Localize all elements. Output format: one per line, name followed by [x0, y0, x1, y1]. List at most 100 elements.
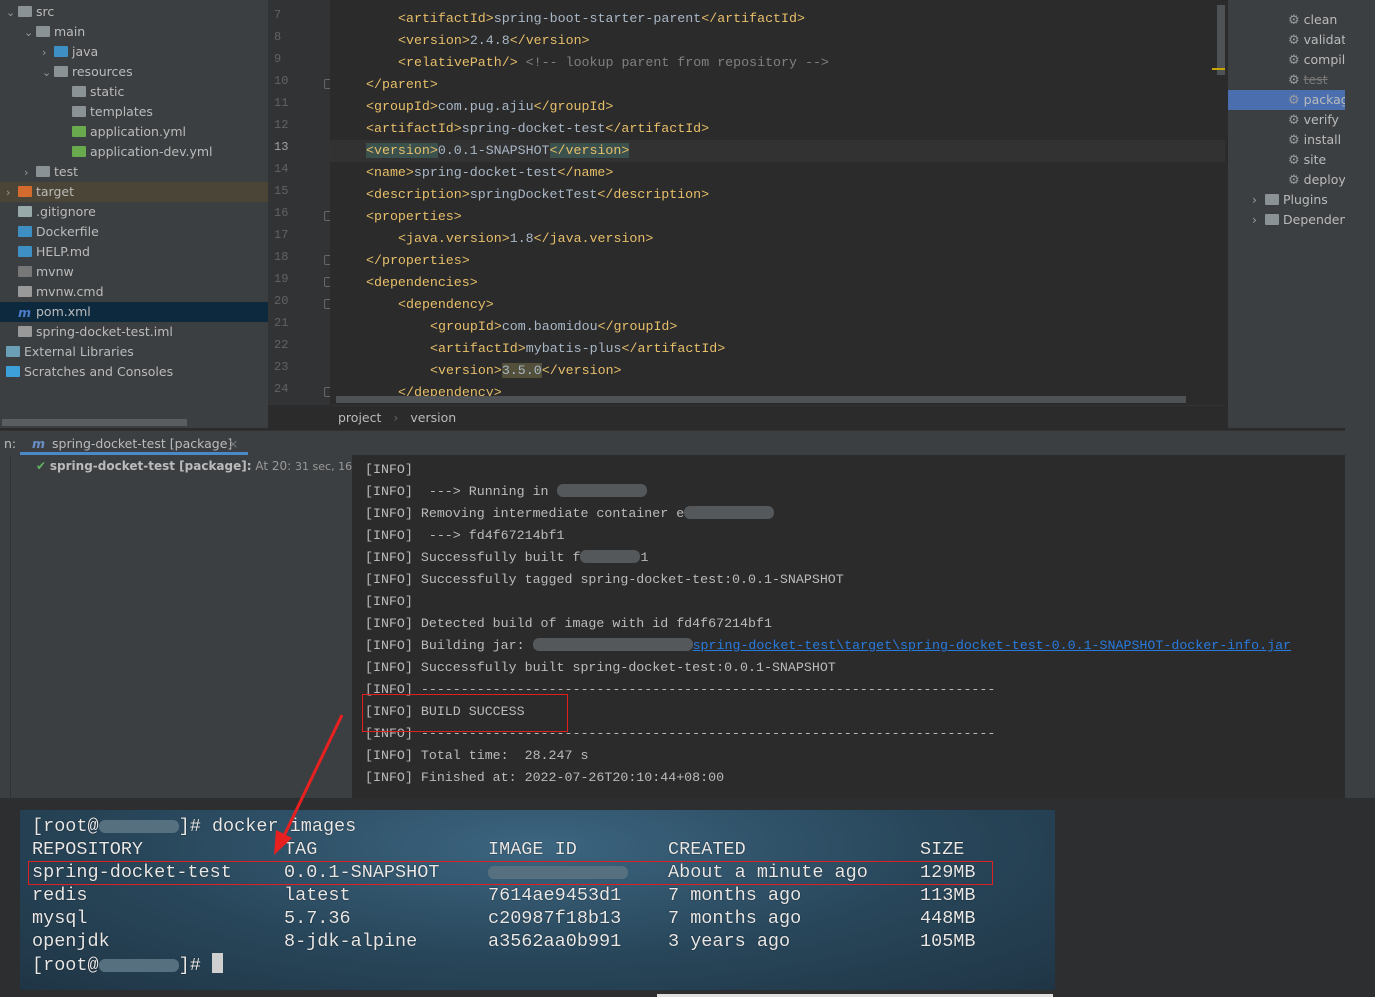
tree-item-application-dev-yml[interactable]: application-dev.yml	[0, 142, 268, 162]
terminal-screenshot: [root@]# docker images REPOSITORY TAG IMAGE…	[20, 810, 1055, 990]
console-text: [INFO] ---> fd4f67214bf1	[365, 528, 565, 543]
code-token: </name>	[557, 165, 614, 180]
tree-item-external-libraries[interactable]: External Libraries	[0, 342, 268, 362]
breadcrumb-project[interactable]: project	[338, 410, 381, 425]
chevron-right-icon[interactable]: ›	[6, 183, 18, 203]
code-token: spring-docket-test	[413, 165, 558, 180]
line-number: 12	[274, 118, 289, 132]
maven-goal-validate[interactable]: ⚙validate	[1228, 30, 1345, 50]
chevron-right-icon[interactable]: ›	[24, 163, 36, 183]
code-token: </artifactId>	[605, 121, 710, 136]
maven-group-dependencies[interactable]: › Dependencies	[1228, 210, 1345, 230]
breadcrumb: project › version	[330, 405, 1225, 428]
tree-item-label: Dockerfile	[36, 224, 99, 239]
tree-item-src[interactable]: ⌄ src	[0, 2, 268, 22]
tree-item-label: External Libraries	[24, 344, 134, 359]
dependencies-icon	[1265, 214, 1279, 225]
code-editor[interactable]: <artifactId>spring-boot-starter-parent</…	[330, 0, 1225, 405]
chevron-right-icon[interactable]: ›	[42, 43, 54, 63]
maven-goal-compile[interactable]: ⚙compile	[1228, 50, 1345, 70]
tree-item-resources[interactable]: ⌄ resources	[0, 62, 268, 82]
tree-item-application-yml[interactable]: application.yml	[0, 122, 268, 142]
maven-group-plugins[interactable]: › Plugins	[1228, 190, 1345, 210]
console-text: [INFO]	[365, 462, 413, 477]
maven-goal-deploy[interactable]: ⚙ deploy	[1228, 170, 1345, 190]
maven-goal-clean[interactable]: ⚙ clean	[1228, 10, 1345, 30]
maven-goal-install[interactable]: ⚙ install	[1228, 130, 1345, 150]
tree-item-dockerfile[interactable]: Dockerfile	[0, 222, 268, 242]
terminal-text: [root@	[32, 816, 99, 837]
code-token: </groupId>	[597, 319, 678, 334]
tree-item-java[interactable]: › java	[0, 42, 268, 62]
code-token: com.baomidou	[501, 319, 598, 334]
code-token: <description>	[366, 187, 470, 202]
breadcrumb-version[interactable]: version	[410, 410, 456, 425]
maven-goal-label: deploy	[1303, 172, 1345, 187]
spring-yaml-icon	[72, 126, 86, 137]
code-line: <version>2.4.8</version>	[398, 30, 590, 52]
redacted-region	[684, 506, 775, 519]
chevron-right-icon[interactable]: ›	[1252, 192, 1257, 207]
tree-item-main[interactable]: ⌄ main	[0, 22, 268, 42]
code-token: spring-docket-test	[461, 121, 606, 136]
code-token: spring-boot-starter-parent	[493, 11, 702, 26]
image-row-highlight	[28, 861, 993, 885]
tree-item-label: mvnw	[36, 264, 74, 279]
text-file-icon	[18, 286, 32, 297]
terminal-text: [root@	[32, 955, 99, 976]
terminal-cell: 5.7.36	[284, 908, 351, 929]
maven-panel: ⚙clean⚙validate⚙compile⚙test⚙package⚙ver…	[1227, 0, 1345, 428]
tree-item-mvnw[interactable]: mvnw	[0, 262, 268, 282]
chevron-down-icon[interactable]: ⌄	[42, 63, 54, 83]
maven-goal-test[interactable]: ⚙ test	[1228, 70, 1345, 90]
maven-goal-package[interactable]: ⚙package	[1228, 90, 1345, 110]
redacted-hostname	[98, 959, 179, 972]
tree-item-pom-xml[interactable]: m pom.xml	[0, 302, 268, 322]
code-token: <groupId>	[430, 319, 502, 334]
terminal-cell: 113MB	[920, 885, 976, 906]
console-line: [INFO] Removing intermediate container e	[365, 503, 775, 525]
maven-goal-site[interactable]: ⚙ site	[1228, 150, 1345, 170]
terminal-cell: redis	[32, 885, 88, 906]
chevron-down-icon[interactable]: ⌄	[24, 23, 36, 43]
tree-item-label: mvnw.cmd	[36, 284, 104, 299]
tree-item-label: test	[54, 164, 79, 179]
maven-goal-label: site	[1303, 152, 1327, 167]
run-tab-bar: n: m spring-docket-test [package] ×	[0, 430, 1345, 455]
console-text: [INFO] Detected build of image with id f…	[365, 616, 772, 631]
console-output[interactable]: [INFO] [INFO] ---> Running in [INFO] Remo…	[352, 455, 1345, 798]
project-tree-scrollbar[interactable]	[2, 419, 187, 426]
tree-item-mvnw-cmd[interactable]: mvnw.cmd	[0, 282, 268, 302]
warning-marker[interactable]	[1212, 68, 1225, 70]
maven-goal-verify[interactable]: ⚙ verify	[1228, 110, 1345, 130]
terminal-cell: c20987f18b13	[488, 908, 622, 929]
chevron-down-icon[interactable]: ⌄	[6, 3, 18, 23]
code-token: </parent>	[366, 77, 438, 92]
editor-vertical-scrollbar[interactable]	[1217, 5, 1225, 75]
line-number: 17	[274, 228, 289, 242]
tree-item-templates[interactable]: templates	[0, 102, 268, 122]
breadcrumb-separator: ›	[393, 410, 399, 425]
run-tree-item[interactable]: ✔ spring-docket-test [package]: At 20: 3…	[36, 457, 379, 476]
check-icon: ✔	[36, 459, 47, 473]
docker-file-icon	[18, 226, 32, 237]
code-token: <version>	[398, 33, 470, 48]
code-token: </version>	[509, 33, 590, 48]
tree-item-target[interactable]: › target	[0, 182, 268, 202]
jar-path-link[interactable]: spring-docket-test\target\spring-docket-…	[693, 638, 1291, 653]
console-text: [INFO] Finished at: 2022-07-26T20:10:44+…	[365, 770, 725, 785]
tree-item-spring-docket-test-iml[interactable]: spring-docket-test.iml	[0, 322, 268, 342]
tree-item--gitignore[interactable]: .gitignore	[0, 202, 268, 222]
redacted-region	[556, 484, 647, 497]
tree-item-label: pom.xml	[36, 304, 91, 319]
code-token: 0.0.1-SNAPSHOT	[437, 143, 550, 158]
tree-item-scratches-and-consoles[interactable]: Scratches and Consoles	[0, 362, 268, 382]
tree-item-label: .gitignore	[36, 204, 96, 219]
tree-item-test[interactable]: › test	[0, 162, 268, 182]
editor-horizontal-scrollbar[interactable]	[336, 396, 1186, 403]
tree-item-label: HELP.md	[36, 244, 90, 259]
tree-item-static[interactable]: static	[0, 82, 268, 102]
chevron-right-icon[interactable]: ›	[1252, 212, 1257, 227]
code-token: </properties>	[366, 253, 470, 268]
tree-item-help-md[interactable]: HELP.md	[0, 242, 268, 262]
